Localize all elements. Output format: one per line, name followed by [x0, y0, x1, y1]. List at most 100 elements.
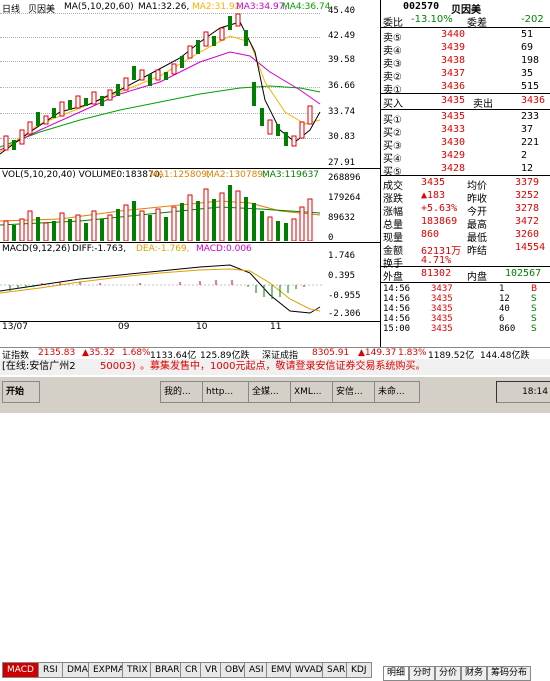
- tick-price: 3435: [431, 304, 453, 314]
- tab-trix[interactable]: TRIX: [122, 662, 153, 678]
- stat-value: 3435: [421, 177, 446, 188]
- stat-row: 涨幅 +5.63% 今开 3278: [381, 203, 550, 218]
- taskbar-item[interactable]: 我的...: [160, 381, 206, 403]
- buy-level-row: 买③ 3430 221: [381, 137, 550, 152]
- sell-level-price: 3436: [441, 81, 466, 92]
- stat-value: 14554: [515, 242, 546, 253]
- sz-index-pct: 1.83%: [398, 348, 427, 358]
- tick-time: 14:56: [383, 294, 411, 304]
- tick-row: 14:56 3435 6 S: [381, 314, 550, 324]
- tab-macd[interactable]: MACD: [2, 662, 39, 678]
- candlestick-chart: [0, 13, 321, 155]
- buy-level-volume: 12: [521, 163, 534, 174]
- sh-index-pct: 1.68%: [122, 348, 151, 358]
- buy-level-price: 3428: [441, 163, 466, 174]
- stock-code: 002570: [403, 1, 440, 12]
- tick-volume: 12: [499, 294, 510, 304]
- stat-value: 4.71%: [421, 255, 452, 266]
- vol-ma3-value: MA3:119637: [262, 170, 320, 180]
- sz-index-change: ▲149.37: [358, 348, 397, 358]
- outer-disk-value: 81302: [421, 268, 452, 279]
- buy-level-volume: 221: [521, 137, 540, 148]
- sh-index-change: ▲35.32: [82, 348, 115, 358]
- stat-value: +5.63%: [421, 203, 458, 214]
- stat-row: 涨跌 ▲183 昨收 3252: [381, 190, 550, 205]
- tab-chip-dist[interactable]: 筹码分布: [487, 666, 532, 681]
- ticker-source: [在线:安信广州2: [2, 361, 76, 372]
- tab-timeshare[interactable]: 分时: [409, 666, 436, 681]
- buy-level-volume: 233: [521, 111, 540, 122]
- tick-direction: S: [531, 314, 537, 324]
- candles: [3, 13, 313, 151]
- buy-level-volume: 2: [521, 150, 528, 161]
- sell-level-price: 3438: [441, 55, 466, 66]
- sell-level-volume: 515: [521, 81, 540, 92]
- taskbar-item[interactable]: http...: [202, 381, 252, 403]
- price-axis-tick: 33.74: [328, 107, 356, 117]
- sell-level-volume: 69: [521, 42, 534, 53]
- volume-panel[interactable]: VOL(5,10,20,40) VOLUME0:183870, MA1:1258…: [0, 169, 380, 243]
- indicator-tab-bar: MACD RSI DMA EXPMA TRIX BRAR CR VR OBV A…: [0, 331, 380, 678]
- ticker-message: 。募集发售中，1000元起点，敬请登录安信证券交易系统购买。: [140, 361, 426, 372]
- ma4-value: MA4:36.74: [282, 2, 331, 12]
- weibi-value: -13.10%: [411, 14, 453, 25]
- buy-in-label: 买入: [383, 99, 403, 110]
- news-ticker: [在线:安信广州2 50003) 。募集发售中，1000元起点，敬请登录安信证券…: [0, 359, 550, 375]
- tick-row: 14:56 3435 40 S: [381, 304, 550, 314]
- tick-time: 14:56: [383, 284, 411, 294]
- stat-value: 183869: [421, 216, 458, 227]
- volume-bars: [0, 185, 321, 241]
- vol-ma2-value: MA2:130789,: [206, 170, 266, 180]
- taskbar-item[interactable]: XML...: [290, 381, 336, 403]
- start-button[interactable]: 开始: [2, 381, 40, 403]
- buy-level-price: 3430: [441, 137, 466, 148]
- sell-out-label: 卖出: [473, 99, 493, 110]
- tick-direction: S: [531, 294, 537, 304]
- macd-macd-value: MACD:0.006: [196, 244, 252, 254]
- sell-level-price: 3439: [441, 42, 466, 53]
- sell-level-price: 3440: [441, 29, 466, 40]
- taskbar-item[interactable]: 未命...: [374, 381, 420, 403]
- sell-level-row: 卖⑤ 3440 51: [381, 29, 550, 44]
- tick-price: 3435: [431, 294, 453, 304]
- tab-finance[interactable]: 财务: [461, 666, 488, 681]
- price-chart-panel[interactable]: 日线 贝因美 MA(5,10,20,60) MA1:32.26, MA2:31.…: [0, 0, 381, 168]
- inner-disk-value: 102567: [505, 268, 542, 279]
- tab-rsi[interactable]: RSI: [38, 662, 63, 678]
- tab-detail[interactable]: 明细: [383, 666, 410, 681]
- stat-value: 3252: [515, 190, 540, 201]
- stat-value: 3379: [515, 177, 540, 188]
- vol-ma1-value: MA1:125809,: [150, 170, 210, 180]
- weicha-value: -202: [521, 14, 544, 25]
- macd-panel[interactable]: MACD(9,12,26) DIFF:-1.763, DEA:-1.769, M…: [0, 243, 380, 321]
- tick-time: 14:56: [383, 314, 411, 324]
- sell-out-price: 3436: [521, 95, 546, 106]
- sell-level-row: 卖② 3437 35: [381, 68, 550, 83]
- stat-value: 3472: [515, 216, 540, 227]
- tab-asi[interactable]: ASI: [244, 662, 269, 678]
- sell-level-volume: 35: [521, 68, 534, 79]
- vol-params-label: VOL(5,10,20,40) VOLUME0:183870,: [2, 170, 163, 180]
- tab-kdj[interactable]: KDJ: [346, 662, 372, 678]
- sell-level-row: 卖③ 3438 198: [381, 55, 550, 70]
- ma3-line: [0, 51, 321, 151]
- macd-axis-tick: -0.955: [328, 291, 361, 301]
- windows-taskbar: 开始 我的... http... 全媒... XML... 安信... 未命..…: [0, 376, 550, 413]
- tick-row: 14:56 3435 12 S: [381, 294, 550, 304]
- macd-axis-tick: 0.395: [328, 271, 356, 281]
- buy-in-price: 3435: [441, 95, 466, 106]
- quote-panel: 002570 贝因美 委比 -13.10% 委差 -202 卖⑤ 3440 51 卖④…: [380, 0, 550, 681]
- taskbar-item[interactable]: 安信...: [332, 381, 378, 403]
- buy-level-volume: 37: [521, 124, 534, 135]
- ma1-value: MA1:32.26,: [138, 2, 190, 12]
- price-axis-tick: 36.66: [328, 81, 356, 91]
- stat-row: 成交 3435 均价 3379: [381, 177, 550, 192]
- tick-volume: 1: [499, 284, 505, 294]
- macd-chart: [0, 264, 322, 314]
- tick-direction: S: [531, 304, 537, 314]
- sell-level-price: 3437: [441, 68, 466, 79]
- stat-value: 3278: [515, 203, 540, 214]
- tab-price-dist[interactable]: 分价: [435, 666, 462, 681]
- taskbar-item[interactable]: 全媒...: [248, 381, 294, 403]
- stat-row: 总量 183869 最高 3472: [381, 216, 550, 231]
